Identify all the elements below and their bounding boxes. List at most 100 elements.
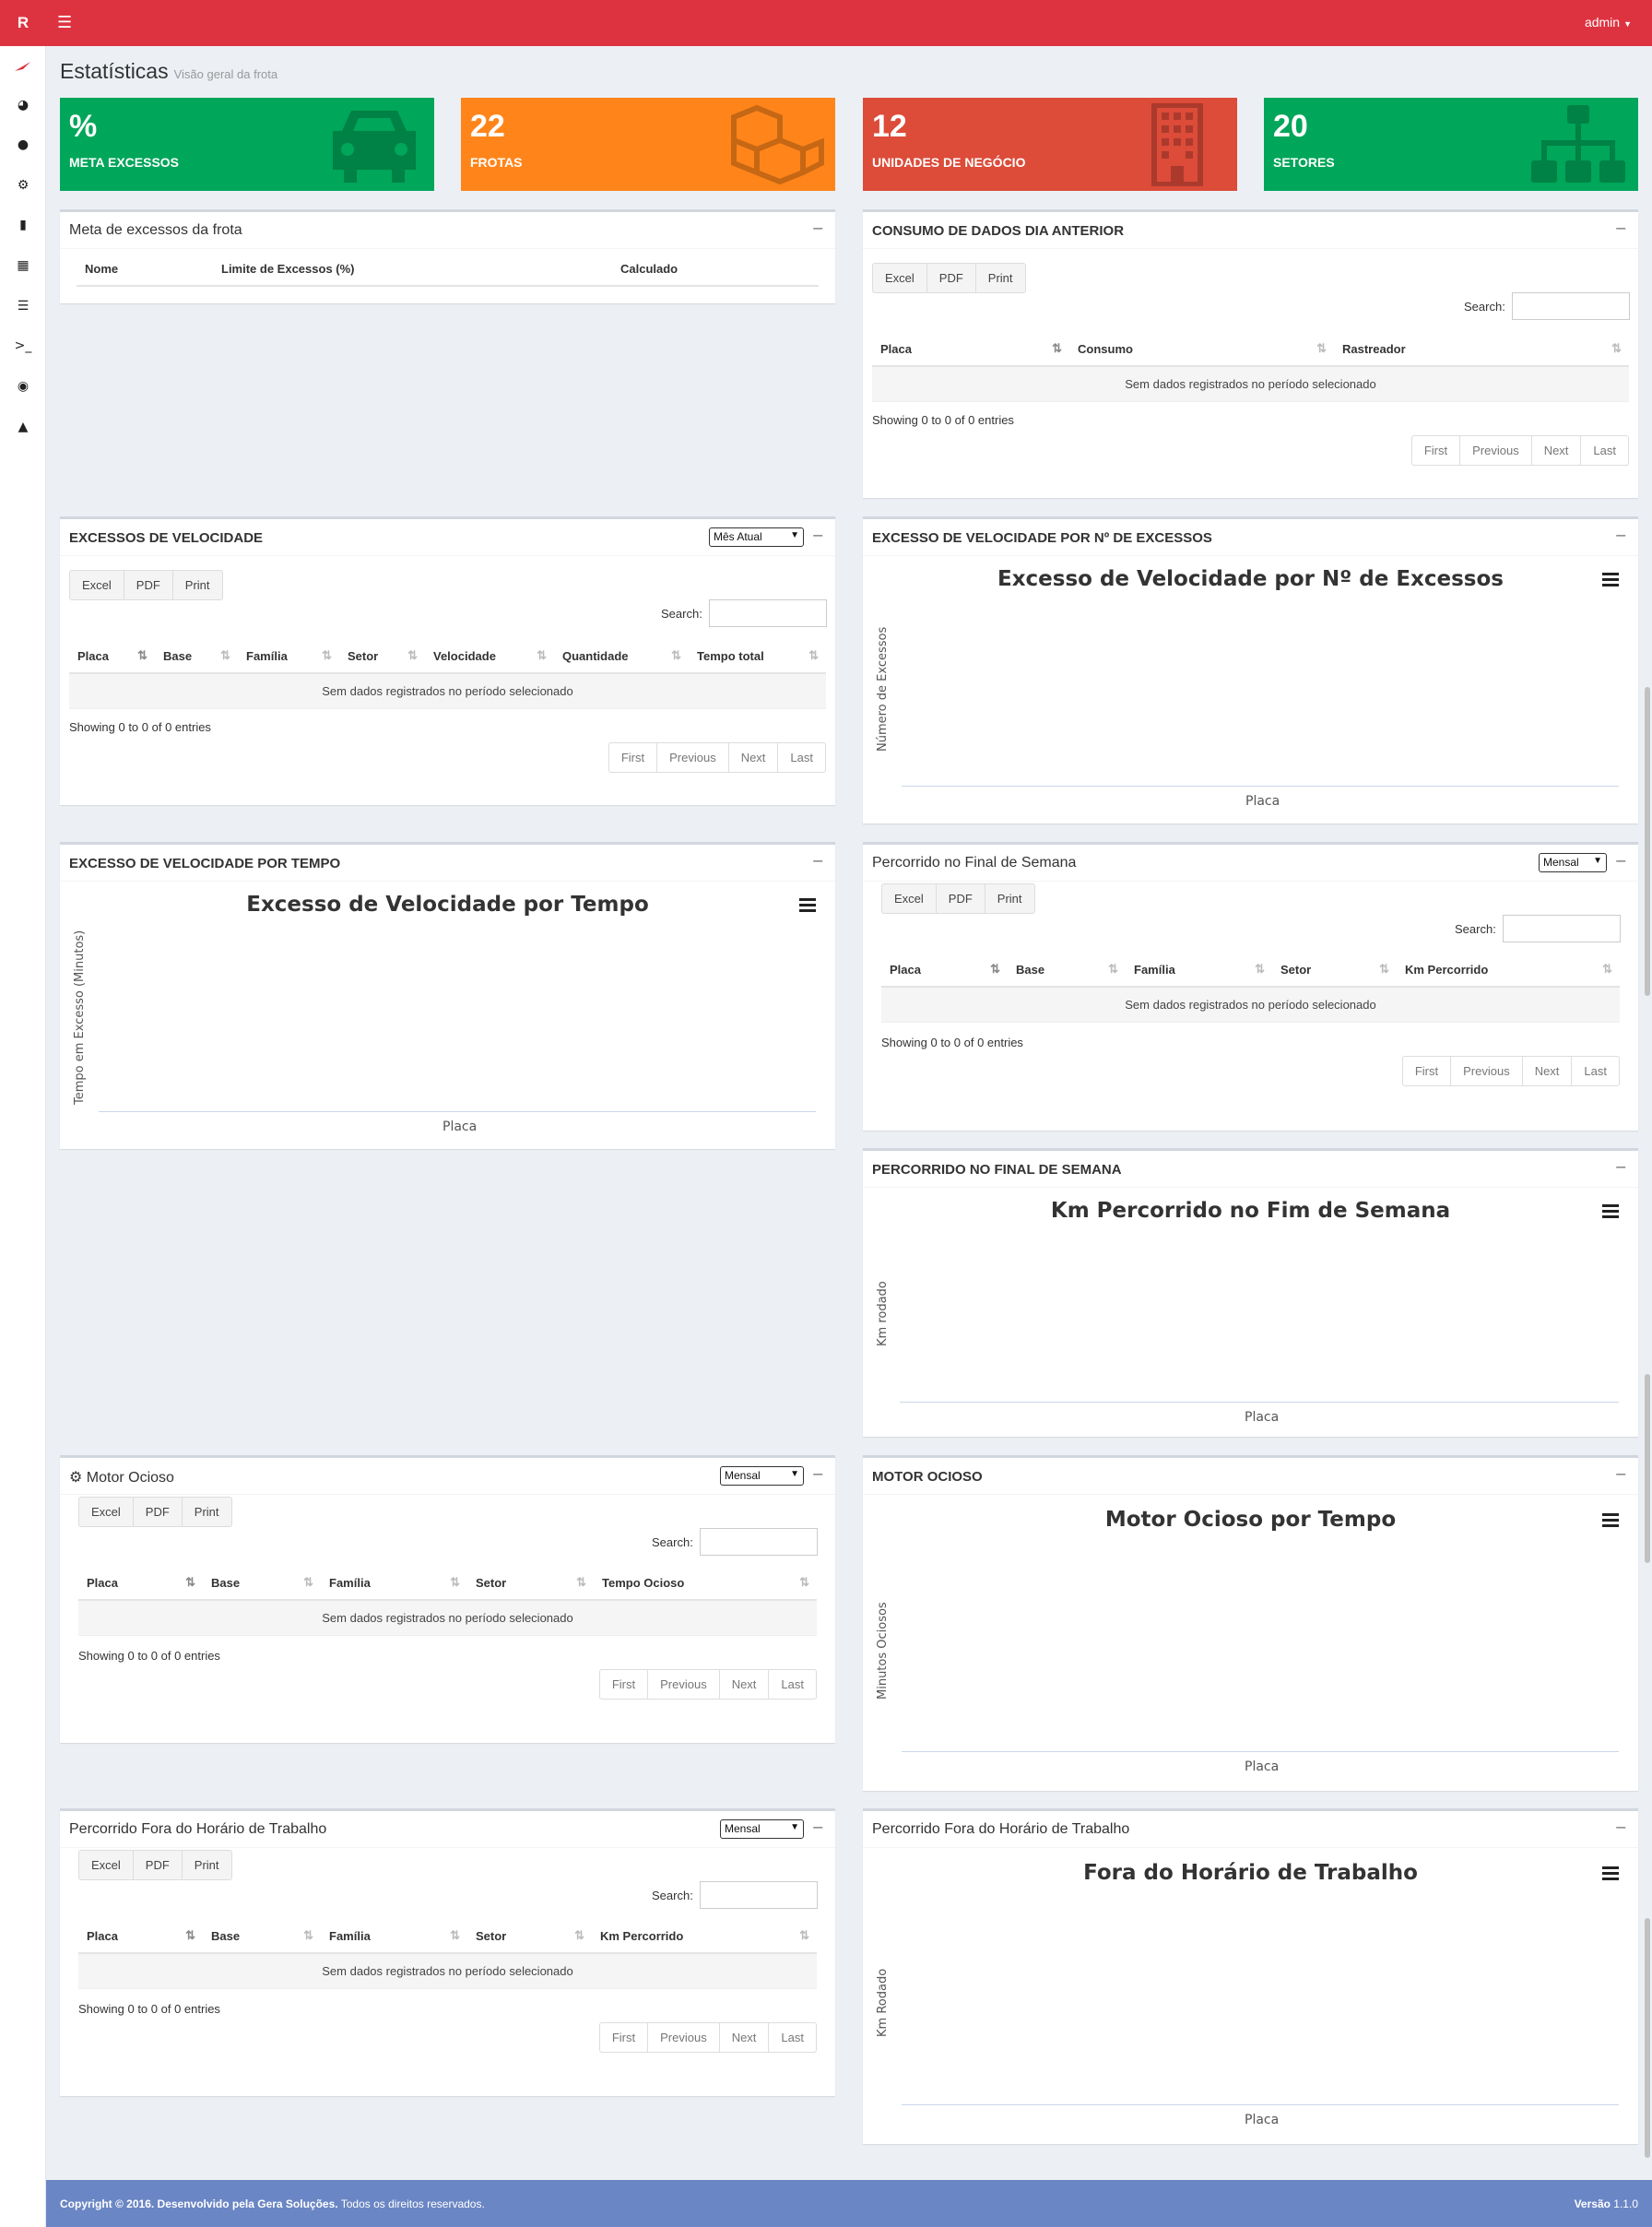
collapse-button[interactable]: −	[1615, 1465, 1627, 1483]
last-button[interactable]: Last	[769, 2023, 816, 2052]
col-header[interactable]: Base ⇅	[203, 1919, 321, 1954]
excel-button[interactable]: Excel	[70, 571, 124, 599]
chart-menu-icon[interactable]	[799, 898, 816, 912]
collapse-button[interactable]: −	[1615, 1158, 1627, 1176]
period-select[interactable]: Mensal ▼	[720, 1819, 804, 1839]
col-header[interactable]: Família ⇅	[321, 1566, 467, 1601]
pdf-button[interactable]: PDF	[927, 264, 976, 292]
excel-button[interactable]: Excel	[79, 1851, 134, 1879]
pdf-button[interactable]: PDF	[134, 1498, 183, 1526]
previous-button[interactable]: Previous	[1451, 1057, 1523, 1085]
period-select[interactable]: Mensal ▼	[720, 1466, 804, 1486]
col-header[interactable]: Família ⇅	[321, 1919, 467, 1954]
col-header[interactable]: Placa ⇅	[872, 332, 1069, 367]
next-button[interactable]: Next	[1532, 436, 1582, 465]
scrollbar-thumb[interactable]	[1645, 687, 1650, 996]
period-select[interactable]: Mensal ▼	[1539, 853, 1607, 872]
last-button[interactable]: Last	[1572, 1057, 1619, 1085]
col-header[interactable]: Tempo total ⇅	[689, 639, 826, 674]
col-header[interactable]: Setor ⇅	[1272, 953, 1397, 988]
book-icon[interactable]: ▮	[13, 215, 33, 235]
search-input[interactable]	[1503, 915, 1621, 942]
next-button[interactable]: Next	[1523, 1057, 1573, 1085]
first-button[interactable]: First	[1412, 436, 1461, 465]
collapse-button[interactable]: −	[812, 1465, 824, 1483]
collapse-button[interactable]: −	[812, 852, 824, 870]
pdf-button[interactable]: PDF	[134, 1851, 183, 1879]
next-button[interactable]: Next	[720, 2023, 770, 2052]
collapse-button[interactable]: −	[812, 219, 824, 237]
chart-menu-icon[interactable]	[1602, 1513, 1619, 1527]
col-header[interactable]: Velocidade ⇅	[425, 639, 554, 674]
chart-menu-icon[interactable]	[1602, 1866, 1619, 1880]
col-header[interactable]: Limite de Excessos (%)	[213, 252, 612, 287]
print-button[interactable]: Print	[985, 884, 1034, 913]
last-button[interactable]: Last	[769, 1670, 816, 1699]
col-header[interactable]: Km Percorrido ⇅	[592, 1919, 817, 1954]
col-header[interactable]: Placa ⇅	[78, 1566, 203, 1601]
col-header[interactable]: Placa ⇅	[881, 953, 1008, 988]
col-header[interactable]: Família ⇅	[238, 639, 339, 674]
collapse-button[interactable]: −	[1615, 527, 1627, 544]
col-header[interactable]: Quantidade ⇅	[554, 639, 689, 674]
col-header[interactable]: Base ⇅	[1008, 953, 1126, 988]
col-header[interactable]: Rastreador ⇅	[1334, 332, 1629, 367]
col-header[interactable]: Nome	[77, 252, 213, 287]
scrollbar-thumb[interactable]	[1645, 1374, 1650, 1563]
previous-button[interactable]: Previous	[648, 2023, 720, 2052]
app-logo[interactable]: R	[0, 0, 46, 46]
menu-toggle-icon[interactable]: ☰	[57, 13, 72, 32]
user-menu[interactable]: admin ▼	[1585, 15, 1632, 30]
collapse-button[interactable]: −	[1615, 219, 1627, 237]
eye-icon[interactable]: ◉	[13, 376, 33, 397]
previous-button[interactable]: Previous	[648, 1670, 720, 1699]
col-header[interactable]: Calculado	[612, 252, 819, 287]
excel-button[interactable]: Excel	[882, 884, 937, 913]
collapse-button[interactable]: −	[812, 1818, 824, 1836]
col-header[interactable]: Base ⇅	[203, 1566, 321, 1601]
users-icon[interactable]: ●	[13, 135, 33, 155]
first-button[interactable]: First	[1403, 1057, 1452, 1085]
last-button[interactable]: Last	[1581, 436, 1628, 465]
col-header[interactable]: Setor ⇅	[467, 1919, 592, 1954]
terminal-icon[interactable]: >_	[13, 336, 33, 356]
table-icon[interactable]: ▦	[13, 255, 33, 276]
previous-button[interactable]: Previous	[1460, 436, 1532, 465]
col-header[interactable]: Setor ⇅	[339, 639, 425, 674]
col-header[interactable]: Base ⇅	[155, 639, 238, 674]
first-button[interactable]: First	[600, 2023, 649, 2052]
collapse-button[interactable]: −	[1615, 1818, 1627, 1836]
first-button[interactable]: First	[600, 1670, 649, 1699]
col-header[interactable]: Família ⇅	[1126, 953, 1272, 988]
print-button[interactable]: Print	[976, 264, 1025, 292]
dashboard-icon[interactable]: ◕	[13, 95, 33, 115]
search-input[interactable]	[1512, 292, 1630, 320]
col-header[interactable]: Setor ⇅	[467, 1566, 594, 1601]
cogs-icon[interactable]: ⚙	[13, 175, 33, 195]
scrollbar-thumb[interactable]	[1645, 1918, 1650, 2158]
search-input[interactable]	[700, 1528, 818, 1556]
previous-button[interactable]: Previous	[657, 743, 729, 772]
period-select[interactable]: Mês Atual ▼	[709, 527, 804, 547]
col-header[interactable]: Consumo ⇅	[1069, 332, 1334, 367]
col-header[interactable]: Tempo Ocioso ⇅	[594, 1566, 817, 1601]
pdf-button[interactable]: PDF	[124, 571, 173, 599]
col-header[interactable]: Placa ⇅	[69, 639, 155, 674]
collapse-button[interactable]: −	[812, 527, 824, 544]
col-header[interactable]: Km Percorrido ⇅	[1397, 953, 1620, 988]
last-button[interactable]: Last	[778, 743, 825, 772]
collapse-button[interactable]: −	[1615, 852, 1627, 870]
pdf-button[interactable]: PDF	[937, 884, 985, 913]
print-button[interactable]: Print	[183, 1498, 231, 1526]
search-input[interactable]	[709, 599, 827, 627]
print-button[interactable]: Print	[183, 1851, 231, 1879]
search-input[interactable]	[700, 1881, 818, 1909]
col-header[interactable]: Placa ⇅	[78, 1919, 203, 1954]
excel-button[interactable]: Excel	[873, 264, 927, 292]
next-button[interactable]: Next	[729, 743, 779, 772]
print-button[interactable]: Print	[173, 571, 222, 599]
excel-button[interactable]: Excel	[79, 1498, 134, 1526]
bell-icon[interactable]: ▲	[13, 417, 33, 437]
database-icon[interactable]: ☰	[13, 296, 33, 316]
next-button[interactable]: Next	[720, 1670, 770, 1699]
